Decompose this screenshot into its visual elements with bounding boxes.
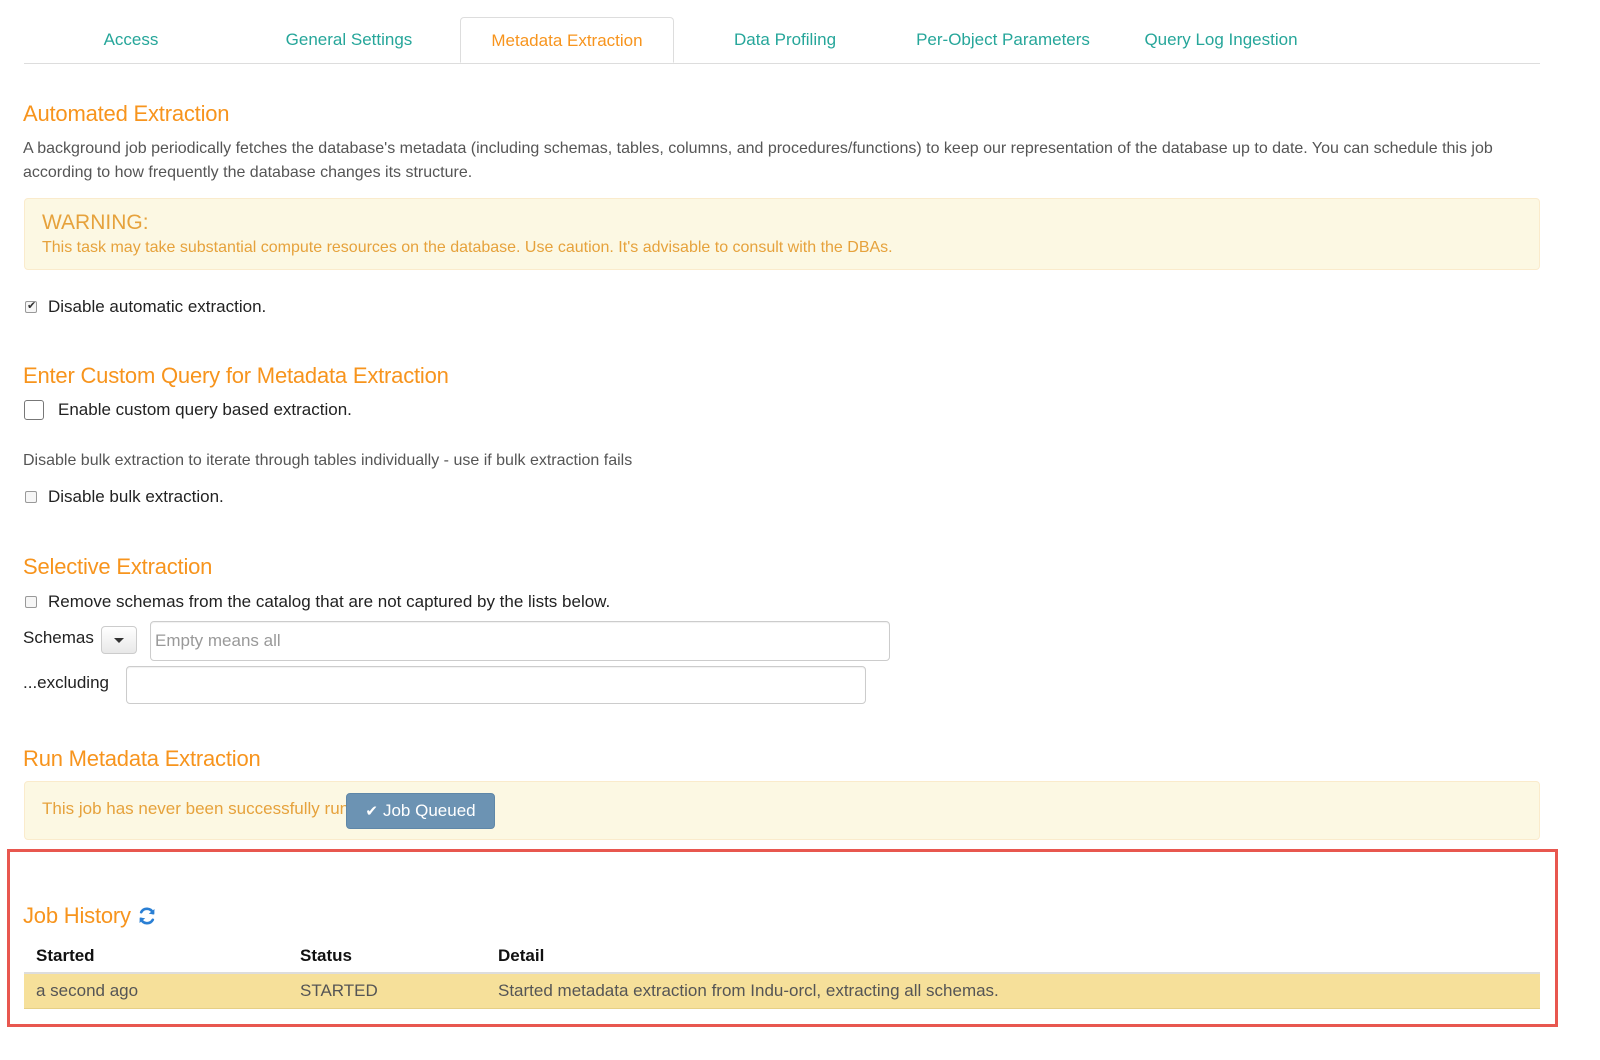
job-queued-label: Job Queued xyxy=(382,801,476,820)
remove-schemas-label: Remove schemas from the catalog that are… xyxy=(48,592,611,611)
bulk-extraction-hint: Disable bulk extraction to iterate throu… xyxy=(23,452,633,469)
table-header-row: Started Status Detail xyxy=(24,940,1540,974)
disable-automatic-extraction-label: Disable automatic extraction. xyxy=(48,297,267,316)
enable-custom-query-checkbox[interactable] xyxy=(24,400,44,420)
cell-started: a second ago xyxy=(24,973,288,1009)
check-icon: ✔ xyxy=(365,803,378,820)
job-history-table: Started Status Detail a second ago START… xyxy=(24,940,1540,1009)
selective-extraction-heading: Selective Extraction xyxy=(23,554,213,579)
chevron-down-icon xyxy=(114,637,124,643)
excluding-label: ...excluding xyxy=(23,673,109,692)
run-status-panel: This job has never been successfully run… xyxy=(24,781,1540,840)
cell-status: STARTED xyxy=(288,973,486,1009)
custom-query-heading: Enter Custom Query for Metadata Extracti… xyxy=(23,363,449,388)
tab-access[interactable]: Access xyxy=(24,17,238,63)
disable-automatic-extraction-row[interactable]: Disable automatic extraction. xyxy=(25,297,266,317)
disable-bulk-extraction-label: Disable bulk extraction. xyxy=(48,487,224,506)
disable-bulk-extraction-checkbox[interactable] xyxy=(25,491,37,503)
remove-schemas-row[interactable]: Remove schemas from the catalog that are… xyxy=(25,592,610,612)
enable-custom-query-label: Enable custom query based extraction. xyxy=(58,400,352,419)
run-extraction-heading: Run Metadata Extraction xyxy=(23,746,261,771)
tab-metadata-extraction[interactable]: Metadata Extraction xyxy=(460,17,674,63)
column-header-detail: Detail xyxy=(486,940,1540,974)
cell-detail: Started metadata extraction from Indu-or… xyxy=(486,973,1540,1009)
run-status-text: This job has never been successfully run… xyxy=(42,799,354,818)
enable-custom-query-row[interactable]: Enable custom query based extraction. xyxy=(24,400,352,420)
column-header-started: Started xyxy=(24,940,288,974)
column-header-status: Status xyxy=(288,940,486,974)
disable-bulk-extraction-row[interactable]: Disable bulk extraction. xyxy=(25,487,224,507)
refresh-icon[interactable] xyxy=(137,906,157,926)
warning-title: WARNING: xyxy=(42,211,149,234)
warning-text: This task may take substantial compute r… xyxy=(42,239,893,256)
schemas-dropdown-button[interactable] xyxy=(101,626,137,654)
automated-extraction-description: A background job periodically fetches th… xyxy=(23,140,1493,181)
tab-query-log-ingestion[interactable]: Query Log Ingestion xyxy=(1114,17,1328,63)
tab-data-profiling[interactable]: Data Profiling xyxy=(678,17,892,63)
schemas-input[interactable] xyxy=(150,621,890,661)
tab-bar: Access General Settings Metadata Extract… xyxy=(24,17,1540,64)
job-history-title: Job History xyxy=(23,903,131,928)
tab-general-settings[interactable]: General Settings xyxy=(242,17,456,63)
tab-per-object-parameters[interactable]: Per-Object Parameters xyxy=(896,17,1110,63)
warning-alert: WARNING: This task may take substantial … xyxy=(24,198,1540,270)
schemas-label: Schemas xyxy=(23,628,94,647)
job-queued-button[interactable]: ✔ Job Queued xyxy=(346,793,495,829)
table-row[interactable]: a second ago STARTED Started metadata ex… xyxy=(24,973,1540,1009)
remove-schemas-checkbox[interactable] xyxy=(25,596,37,608)
disable-automatic-extraction-checkbox[interactable] xyxy=(25,299,37,313)
job-history-heading: Job History xyxy=(23,903,157,929)
automated-extraction-heading: Automated Extraction xyxy=(23,101,230,126)
excluding-input[interactable] xyxy=(126,666,866,704)
